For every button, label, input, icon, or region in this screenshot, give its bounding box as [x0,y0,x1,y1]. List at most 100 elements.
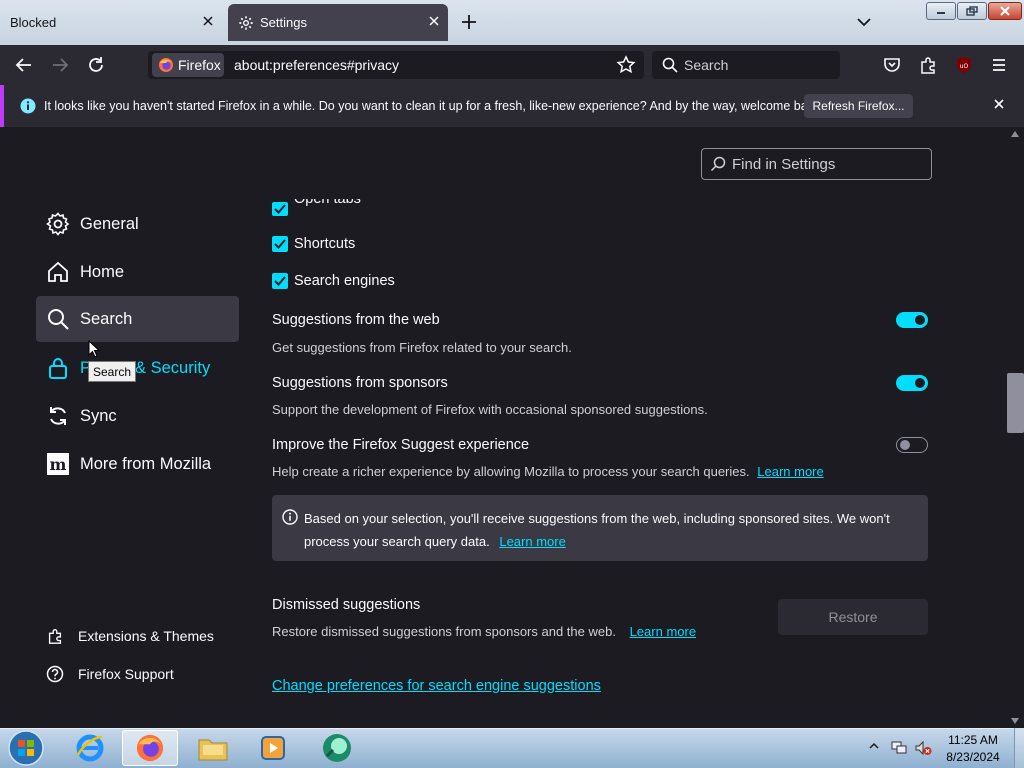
sidebar-item-label: General [80,214,139,233]
sidebar-item-label: More from Mozilla [80,454,212,473]
sidebar-item-label-end: & Security [135,358,211,377]
start-button[interactable] [4,730,48,766]
web-suggestions-toggle[interactable] [896,312,928,328]
file-explorer-icon[interactable] [185,730,241,766]
dismissed-suggestions-desc-row: Restore dismissed suggestions from spons… [272,624,696,639]
search-placeholder: Search [684,57,729,73]
sidebar-item-more-from-mozilla[interactable]: m More from Mozilla [36,441,239,487]
internet-explorer-icon[interactable] [62,730,118,766]
open-tabs-label: Open tabs [294,199,361,207]
clock[interactable]: 11:25 AM 8/23/2024 [936,732,1010,766]
close-tab-icon[interactable] [202,15,214,27]
menu-icon[interactable] [990,56,1008,74]
firefox-taskbar-icon[interactable] [122,730,178,766]
sidebar-item-general[interactable]: General [36,201,239,247]
refresh-firefox-button[interactable]: Refresh Firefox... [804,94,913,118]
firefox-logo-icon [158,57,174,73]
firefox-support-label: Firefox Support [78,666,174,682]
close-tab-icon[interactable] [428,15,440,27]
info-icon [20,98,36,114]
shortcuts-label: Shortcuts [294,236,356,252]
bookmark-star-icon[interactable] [616,55,636,75]
open-tabs-checkbox[interactable] [272,202,288,216]
search-bar[interactable]: Search [652,51,840,79]
mouse-cursor-icon [88,340,100,358]
improve-suggest-title: Improve the Firefox Suggest experience [272,437,530,453]
media-player-icon[interactable] [245,730,301,766]
tooltip: Search [88,361,137,382]
restore-icon[interactable] [957,2,987,20]
search-engines-checkbox[interactable] [272,273,288,289]
find-placeholder: Find in Settings [732,155,836,173]
gear-icon [238,15,254,31]
dismissed-suggestions-desc: Restore dismissed suggestions from spons… [272,624,616,639]
extensions-icon[interactable] [918,55,938,75]
sidebar-item-label: Home [80,262,125,281]
app-taskbar-icon[interactable] [309,730,365,766]
sidebar-item-label: Sync [80,406,117,425]
lock-icon [46,356,70,380]
sidebar-item-home[interactable]: Home [36,249,239,295]
home-icon [46,260,70,284]
scrollbar-thumb[interactable] [1007,373,1024,433]
gear-icon [46,212,70,236]
shortcuts-checkbox[interactable] [272,236,288,252]
sidebar-item-sync[interactable]: Sync [36,393,239,439]
extensions-themes-label: Extensions & Themes [78,628,214,644]
improve-suggest-desc-row: Help create a richer experience by allow… [272,464,824,479]
identity-box[interactable]: Firefox [152,53,224,77]
clock-date: 8/23/2024 [946,750,1000,764]
window-close-icon[interactable] [988,2,1022,20]
dismissed-suggestions-title: Dismissed suggestions [272,597,421,613]
mozilla-icon: m [46,452,70,476]
volume-muted-icon[interactable] [914,740,932,756]
sidebar-item-privacy-security[interactable]: P & Security [36,345,239,391]
new-tab-icon[interactable] [460,13,478,31]
tab-label: Blocked [10,15,57,30]
chevron-down-icon[interactable] [856,15,872,29]
search-icon [46,307,70,331]
identity-label: Firefox [178,57,221,73]
back-icon[interactable] [14,56,34,74]
reload-icon[interactable] [86,55,106,75]
pocket-icon[interactable] [882,55,902,75]
puzzle-icon [46,627,64,645]
firefox-support-link[interactable]: Firefox Support [46,665,174,683]
extensions-themes-link[interactable]: Extensions & Themes [46,627,214,645]
improve-suggest-desc: Help create a richer experience by allow… [272,464,750,479]
info-message: Based on your selection, you'll receive … [304,507,916,553]
svg-text:uO: uO [960,63,969,70]
show-hidden-icons-icon[interactable] [869,742,879,750]
network-icon[interactable] [890,740,908,756]
clock-time: 11:25 AM [948,733,998,747]
sponsor-suggestions-toggle[interactable] [896,375,928,391]
info-learn-more-link[interactable]: Learn more [499,534,565,549]
close-icon[interactable] [993,98,1005,110]
change-search-suggestions-link[interactable]: Change preferences for search engine sug… [272,678,601,694]
find-in-settings-input[interactable]: Find in Settings [701,148,932,180]
web-suggestions-desc: Get suggestions from Firefox related to … [272,340,572,355]
tab-settings[interactable]: Settings [228,4,448,41]
tab-blocked[interactable]: Blocked [0,4,222,41]
restore-button[interactable]: Restore [778,599,928,635]
show-desktop-button[interactable] [1014,728,1024,768]
notification-message: It looks like you haven't started Firefo… [44,99,824,113]
sync-icon [46,404,70,428]
web-suggestions-title: Suggestions from the web [272,312,440,328]
sidebar-item-search[interactable]: Search [36,296,239,342]
search-icon [662,57,678,73]
improve-suggest-toggle[interactable] [896,437,928,453]
dismissed-learn-more-link[interactable]: Learn more [630,624,696,639]
minimize-icon[interactable] [926,2,956,20]
info-message-text: Based on your selection, you'll receive … [304,511,890,549]
sponsor-suggestions-desc: Support the development of Firefox with … [272,402,708,417]
sponsor-suggestions-title: Suggestions from sponsors [272,375,448,391]
svg-text:m: m [50,455,67,474]
forward-icon [50,56,70,74]
help-icon [46,665,64,683]
info-icon [282,509,298,525]
ublock-icon[interactable]: uO [955,56,973,74]
improve-learn-more-link[interactable]: Learn more [757,464,823,479]
search-engines-label: Search engines [294,273,395,289]
url-text[interactable]: about:preferences#privacy [234,57,399,73]
